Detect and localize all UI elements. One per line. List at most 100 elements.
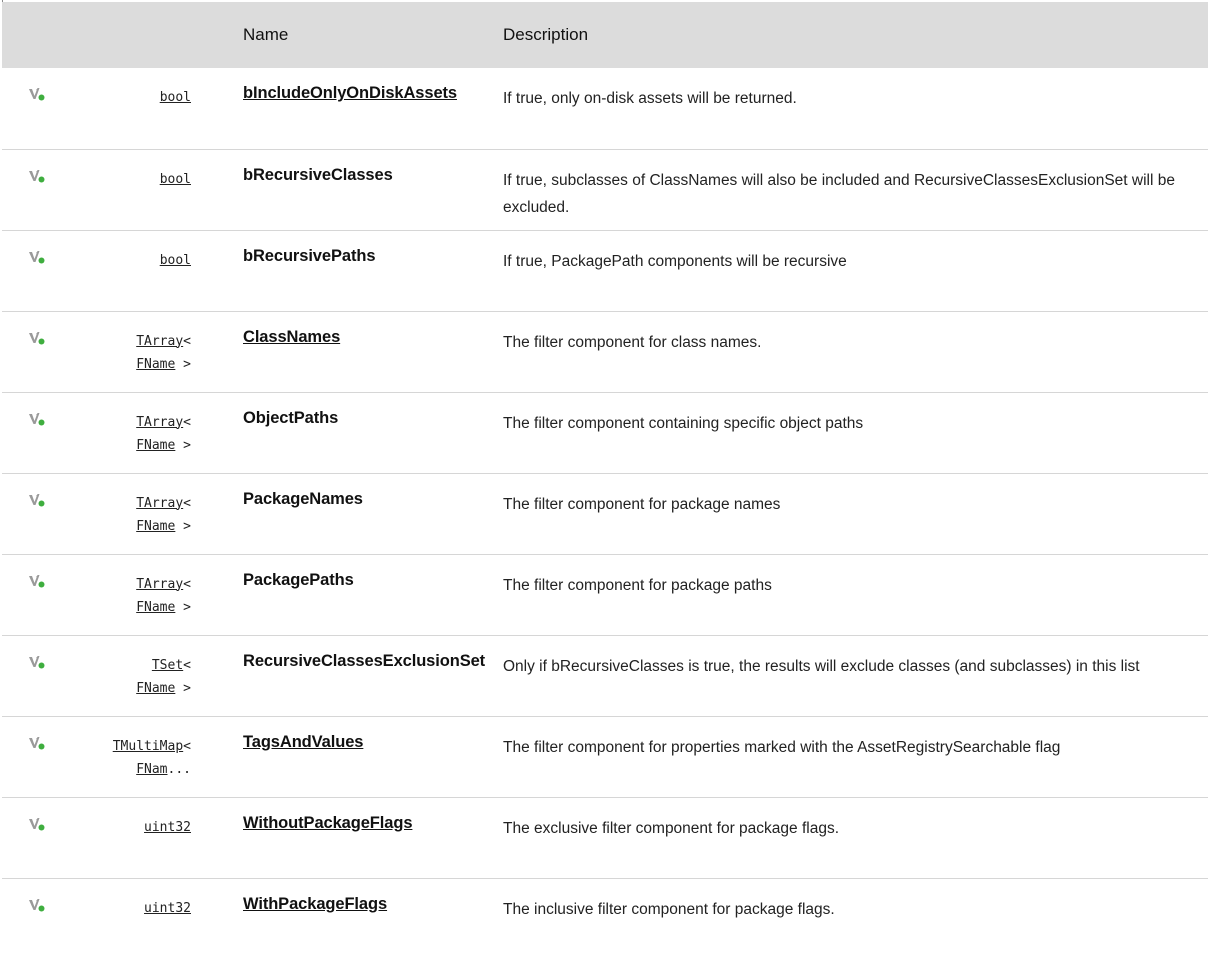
variable-type: TArray< FName > bbox=[112, 555, 243, 619]
description-cell: Only if bRecursiveClasses is true, the r… bbox=[503, 635, 1208, 716]
description-cell: The filter component for class names. bbox=[503, 311, 1208, 392]
variable-description: The exclusive filter component for packa… bbox=[503, 819, 840, 837]
description-cell: The filter component containing specific… bbox=[503, 392, 1208, 473]
type-cell: TArray< FName > bbox=[112, 311, 243, 392]
variable-name[interactable]: WithPackageFlags bbox=[243, 879, 503, 914]
type-link[interactable]: TArray bbox=[136, 577, 183, 592]
type-suffix: < bbox=[183, 657, 191, 673]
variable-description: Only if bRecursiveClasses is true, the r… bbox=[503, 657, 1140, 675]
type-param-suffix: ... bbox=[167, 761, 191, 777]
header-description: Description bbox=[503, 25, 589, 44]
type-param-link[interactable]: FName bbox=[136, 438, 175, 453]
table-row: TArray< FName > ObjectPaths The filter comp… bbox=[2, 392, 1208, 473]
variable-type: uint32 bbox=[112, 798, 243, 839]
icon-cell bbox=[2, 878, 112, 959]
type-param-suffix: > bbox=[175, 680, 191, 696]
description-cell: The exclusive filter component for packa… bbox=[503, 797, 1208, 878]
variable-type: TArray< FName > bbox=[112, 474, 243, 538]
type-link[interactable]: TArray bbox=[136, 496, 183, 511]
type-param-link[interactable]: FName bbox=[136, 357, 175, 372]
variable-description: The filter component for properties mark… bbox=[503, 738, 1061, 756]
type-link[interactable]: bool bbox=[160, 253, 191, 268]
name-cell: PackageNames bbox=[243, 473, 503, 554]
public-variable-icon bbox=[2, 555, 112, 594]
type-cell: TArray< FName > bbox=[112, 554, 243, 635]
variable-name: bRecursiveClasses bbox=[243, 165, 393, 184]
variable-name[interactable]: ClassNames bbox=[243, 312, 503, 347]
variables-table: Name Description bool bIncludeOnlyOnDiskA… bbox=[2, 2, 1208, 959]
icon-cell bbox=[2, 149, 112, 230]
type-param-link[interactable]: FName bbox=[136, 681, 175, 696]
icon-cell bbox=[2, 635, 112, 716]
type-param-link[interactable]: FName bbox=[136, 519, 175, 534]
type-link[interactable]: TSet bbox=[152, 658, 183, 673]
table-row: uint32 WithPackageFlags The inclusive filt… bbox=[2, 878, 1208, 959]
description-cell: If true, PackagePath components will be … bbox=[503, 230, 1208, 311]
variable-description: The inclusive filter component for packa… bbox=[503, 900, 835, 918]
type-link[interactable]: uint32 bbox=[144, 820, 191, 835]
type-param-link[interactable]: FName bbox=[136, 600, 175, 615]
variable-type: uint32 bbox=[112, 879, 243, 920]
public-variable-icon bbox=[2, 798, 112, 837]
type-param-suffix: > bbox=[175, 437, 191, 453]
type-link[interactable]: TArray bbox=[136, 334, 183, 349]
type-link[interactable]: TArray bbox=[136, 415, 183, 430]
icon-cell bbox=[2, 716, 112, 797]
variable-name: ObjectPaths bbox=[243, 408, 339, 427]
variable-name[interactable]: TagsAndValues bbox=[243, 717, 503, 752]
type-link[interactable]: TMultiMap bbox=[113, 739, 183, 754]
table-row: bool bRecursivePaths If true, PackagePath … bbox=[2, 230, 1208, 311]
variable-description: The filter component for package names bbox=[503, 495, 781, 513]
variable-type: bool bbox=[112, 150, 243, 191]
variable-type: TSet< FName > bbox=[112, 636, 243, 700]
variable-description: The filter component containing specific… bbox=[503, 414, 864, 432]
type-link[interactable]: uint32 bbox=[144, 901, 191, 916]
header-name: Name bbox=[243, 25, 289, 44]
table-row: TArray< FName > PackageNames The filter com… bbox=[2, 473, 1208, 554]
public-variable-icon bbox=[2, 879, 112, 918]
type-link[interactable]: bool bbox=[160, 172, 191, 187]
public-variable-icon bbox=[2, 312, 112, 351]
type-cell: uint32 bbox=[112, 878, 243, 959]
name-cell: ObjectPaths bbox=[243, 392, 503, 473]
type-cell: TArray< FName > bbox=[112, 473, 243, 554]
type-cell: bool bbox=[112, 230, 243, 311]
type-cell: bool bbox=[112, 149, 243, 230]
type-param-link[interactable]: FNam bbox=[136, 762, 167, 777]
variable-name: PackageNames bbox=[243, 489, 363, 508]
table-row: uint32 WithoutPackageFlags The exclusive f… bbox=[2, 797, 1208, 878]
table-row: bool bRecursiveClasses If true, subclasses… bbox=[2, 149, 1208, 230]
type-link[interactable]: bool bbox=[160, 90, 191, 105]
icon-cell bbox=[2, 554, 112, 635]
variable-description: If true, PackagePath components will be … bbox=[503, 252, 847, 270]
variable-type: TArray< FName > bbox=[112, 393, 243, 457]
variable-name: PackagePaths bbox=[243, 570, 354, 589]
type-cell: TMultiMap< FNam... bbox=[112, 716, 243, 797]
name-cell: bRecursiveClasses bbox=[243, 149, 503, 230]
type-cell: TArray< FName > bbox=[112, 392, 243, 473]
type-suffix: < bbox=[183, 576, 191, 592]
type-suffix: < bbox=[183, 333, 191, 349]
table-row: TSet< FName > RecursiveClassesExclusionSet… bbox=[2, 635, 1208, 716]
type-suffix: < bbox=[183, 495, 191, 511]
variable-description: The filter component for class names. bbox=[503, 333, 762, 351]
description-cell: The filter component for package names bbox=[503, 473, 1208, 554]
variable-type: bool bbox=[112, 68, 243, 109]
public-variable-icon bbox=[2, 474, 112, 513]
variable-name: RecursiveClassesExclusionSet bbox=[243, 651, 486, 670]
variable-name[interactable]: WithoutPackageFlags bbox=[243, 798, 503, 833]
icon-cell bbox=[2, 311, 112, 392]
name-cell: ClassNames bbox=[243, 311, 503, 392]
variable-description: The filter component for package paths bbox=[503, 576, 772, 594]
icon-cell bbox=[2, 230, 112, 311]
public-variable-icon bbox=[2, 231, 112, 270]
type-param-suffix: > bbox=[175, 599, 191, 615]
name-cell: RecursiveClassesExclusionSet bbox=[243, 635, 503, 716]
table-row: bool bIncludeOnlyOnDiskAssets If true, onl… bbox=[2, 68, 1208, 149]
variable-name[interactable]: bIncludeOnlyOnDiskAssets bbox=[243, 68, 503, 103]
variable-description: If true, only on-disk assets will be ret… bbox=[503, 90, 797, 107]
type-cell: uint32 bbox=[112, 797, 243, 878]
icon-cell bbox=[2, 68, 112, 149]
public-variable-icon bbox=[2, 717, 112, 756]
public-variable-icon bbox=[2, 636, 112, 675]
